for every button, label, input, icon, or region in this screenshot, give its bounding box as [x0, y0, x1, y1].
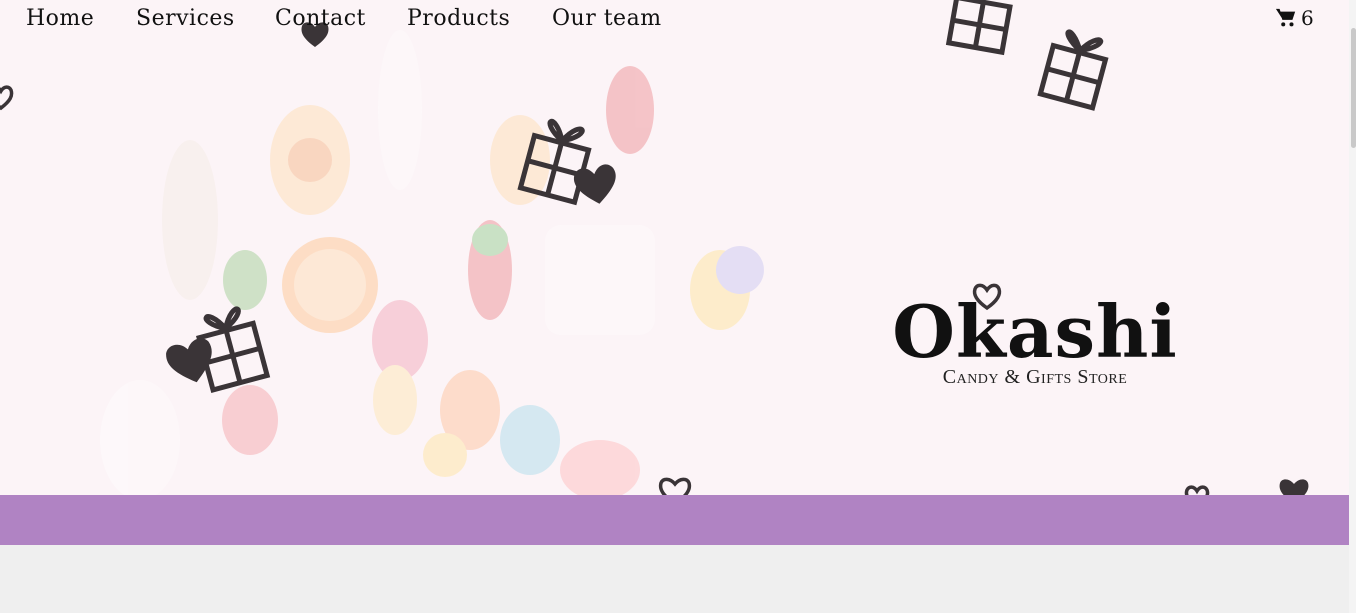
shopping-cart-icon: [1275, 8, 1296, 27]
nav-contact-link[interactable]: Contact: [275, 6, 366, 31]
heart-outline-icon: [1184, 485, 1210, 495]
nav-home-link[interactable]: Home: [26, 6, 94, 31]
heart-icon: [1279, 479, 1309, 495]
candy-background-image: [100, 30, 764, 495]
heart-icon: [573, 164, 616, 204]
cart-button[interactable]: 6: [1275, 6, 1314, 30]
brand-block: Okashi Candy & Gifts Store: [890, 296, 1180, 389]
main-navigation: Home Services Contact Products Our team …: [0, 0, 1349, 45]
purple-band: [0, 495, 1349, 545]
brand-title: Okashi: [892, 289, 1178, 374]
cart-count: 6: [1301, 6, 1314, 30]
nav-services-link[interactable]: Services: [136, 6, 235, 31]
heart-outline-icon: [658, 477, 692, 495]
nav-our-team-link[interactable]: Our team: [552, 6, 662, 31]
heart-outline-icon: [0, 85, 14, 111]
nav-products-link[interactable]: Products: [407, 6, 510, 31]
heart-icon: [166, 338, 212, 383]
hero-section: Home Services Contact Products Our team …: [0, 0, 1349, 495]
scrollbar-thumb[interactable]: [1351, 28, 1356, 148]
